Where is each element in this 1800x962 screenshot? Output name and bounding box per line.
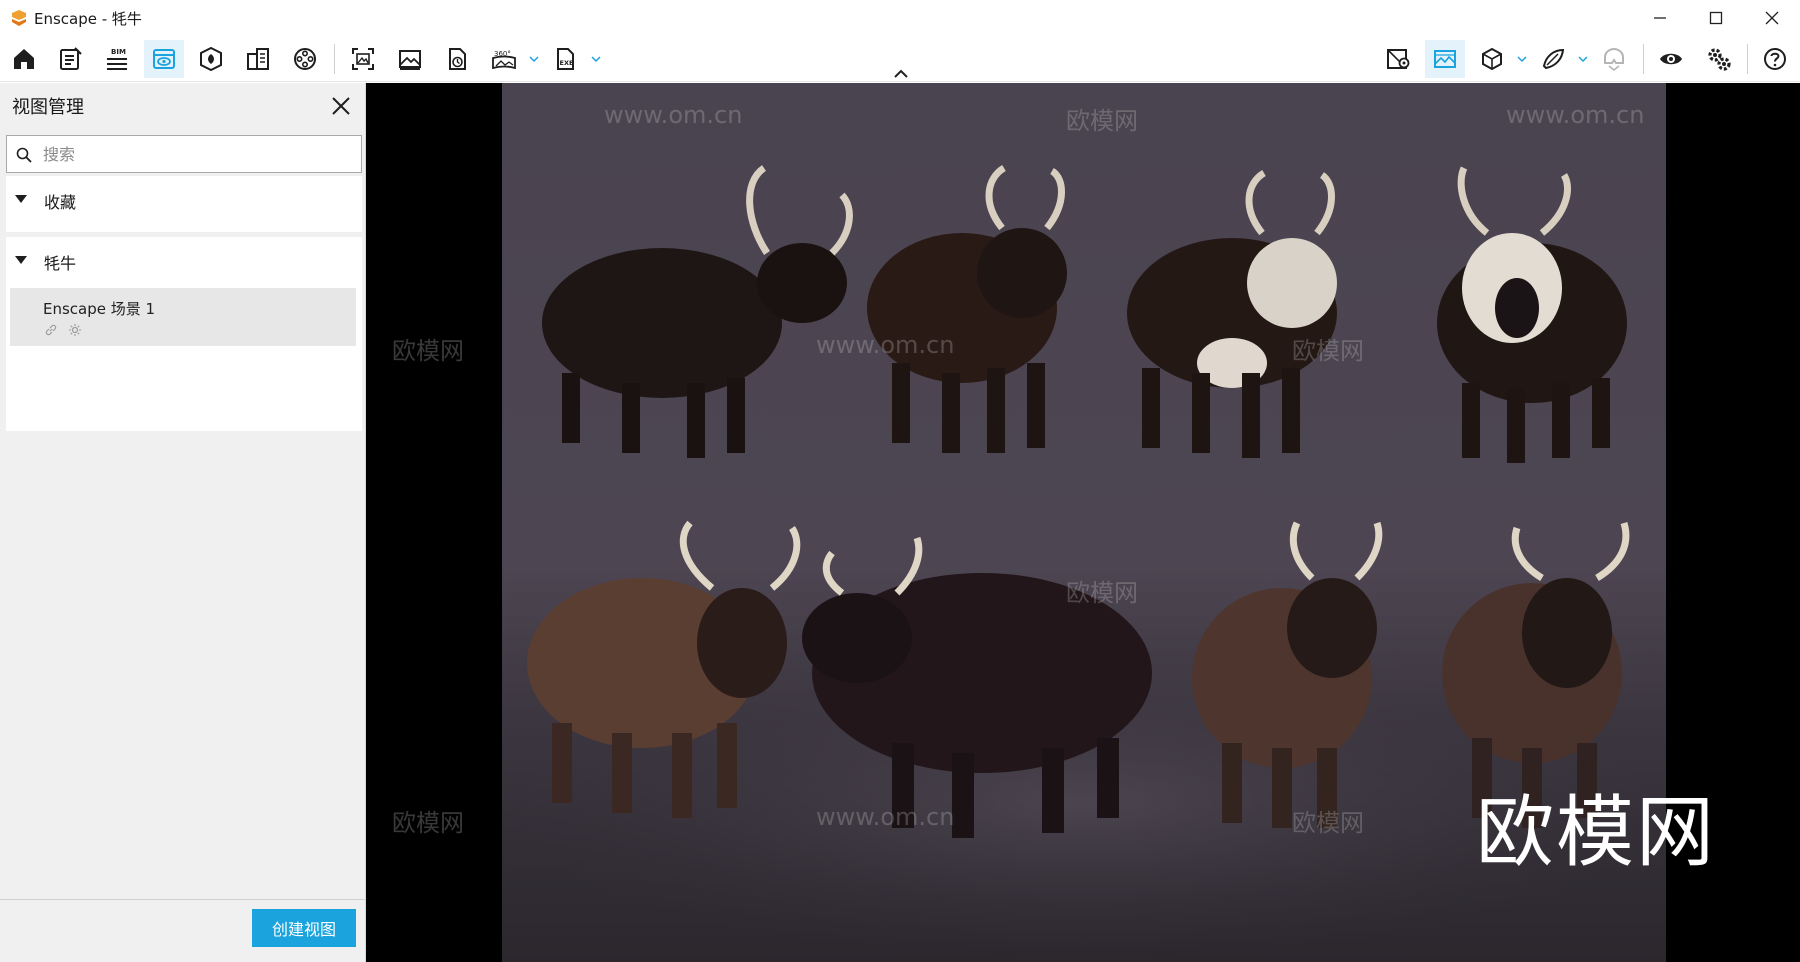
toolbar-separator xyxy=(1643,44,1644,74)
exe-export-icon: EXE xyxy=(557,48,574,70)
watermark-url: www.om.cn xyxy=(1506,101,1645,129)
cube-dropdown[interactable] xyxy=(1515,50,1529,68)
title-bar: Enscape - 牦牛 xyxy=(0,0,1800,36)
exe-export-button[interactable]: EXE xyxy=(545,40,585,78)
video-editor-icon xyxy=(294,48,316,70)
export-dropdown[interactable] xyxy=(589,50,603,68)
sky-button[interactable] xyxy=(1425,40,1465,78)
watermark-url: www.om.cn xyxy=(816,331,955,359)
window-controls xyxy=(1632,0,1800,36)
panorama-button[interactable]: 360° xyxy=(484,40,524,78)
window-title: Enscape - 牦牛 xyxy=(34,9,142,28)
buildings-icon xyxy=(247,48,269,70)
map-button[interactable] xyxy=(1378,40,1418,78)
panorama-dropdown[interactable] xyxy=(527,50,541,68)
material-icon xyxy=(1542,48,1565,70)
yak-figure xyxy=(542,165,853,458)
vr-button[interactable] xyxy=(1594,40,1634,78)
close-window-button[interactable] xyxy=(1744,0,1800,36)
exe-label: EXE xyxy=(560,59,574,67)
cube-button[interactable] xyxy=(1472,40,1512,78)
settings-button[interactable] xyxy=(1699,40,1739,78)
watermark-text: 欧模网 xyxy=(392,809,464,837)
view-name: Enscape 场景 1 xyxy=(43,300,156,318)
screenshot-icon xyxy=(352,48,374,70)
batch-render-icon xyxy=(449,48,466,70)
chevron-down-icon xyxy=(591,56,601,63)
search-input[interactable] xyxy=(43,142,353,166)
image-icon xyxy=(399,50,421,70)
asset-library-icon xyxy=(200,46,222,72)
asset-library-button[interactable] xyxy=(191,40,231,78)
home-button[interactable] xyxy=(4,40,44,78)
yak-figure xyxy=(867,164,1067,453)
screenshot-button[interactable] xyxy=(343,40,383,78)
collapse-toolbar-chevron-up-icon[interactable] xyxy=(893,68,909,80)
material-button[interactable] xyxy=(1533,40,1573,78)
link-icon xyxy=(45,324,57,336)
view-management-panel: 视图管理 收藏 牦牛 Enscape 场景 1 创建视图 xyxy=(0,83,366,962)
watermark-url: www.om.cn xyxy=(816,803,955,831)
toolbar-separator xyxy=(1747,44,1748,74)
notes-icon xyxy=(60,47,82,70)
sky-image-icon xyxy=(1434,50,1456,68)
search-icon xyxy=(16,147,32,163)
search-box xyxy=(6,135,362,173)
watermark-logo-text: 欧模网 xyxy=(1476,788,1717,878)
home-icon xyxy=(14,49,34,69)
view-group-header[interactable]: 牦牛 xyxy=(6,237,362,283)
watermark-url: www.om.cn xyxy=(604,101,743,129)
view-management-icon xyxy=(153,49,175,69)
render-image-button[interactable] xyxy=(390,40,430,78)
material-dropdown[interactable] xyxy=(1576,50,1590,68)
settings-icon xyxy=(1708,48,1731,71)
video-editor-button[interactable] xyxy=(285,40,325,78)
chevron-down-icon xyxy=(1578,56,1588,63)
map-icon xyxy=(1387,49,1410,69)
close-panel-icon[interactable] xyxy=(330,95,352,117)
favorites-section: 收藏 xyxy=(6,176,362,232)
close-icon xyxy=(1765,11,1779,25)
maximize-icon xyxy=(1709,11,1723,25)
watermark-text: 欧模网 xyxy=(1292,337,1364,365)
yak-figure xyxy=(1127,169,1337,458)
favorites-header[interactable]: 收藏 xyxy=(6,176,362,222)
cube-icon xyxy=(1482,47,1502,71)
help-button[interactable] xyxy=(1755,40,1795,78)
bim-icon: BIM xyxy=(107,48,127,70)
yak-figure xyxy=(1437,166,1627,463)
enscape-logo-icon xyxy=(12,10,26,26)
chevron-down-icon xyxy=(529,56,539,63)
site-context-button[interactable] xyxy=(238,40,278,78)
panel-header: 视图管理 xyxy=(0,83,365,125)
visibility-button[interactable] xyxy=(1651,40,1691,78)
watermark-text: 欧模网 xyxy=(1066,107,1138,135)
bim-button[interactable]: BIM xyxy=(97,40,137,78)
minimize-icon xyxy=(1654,17,1666,19)
sun-icon xyxy=(69,324,81,336)
view-group-label: 牦牛 xyxy=(44,254,77,273)
expand-triangle-icon xyxy=(15,195,27,203)
maximize-button[interactable] xyxy=(1688,0,1744,36)
panel-title: 视图管理 xyxy=(12,97,84,118)
visibility-icon xyxy=(1660,53,1682,65)
batch-render-button[interactable] xyxy=(437,40,477,78)
bim-label: BIM xyxy=(111,48,126,56)
view-management-button[interactable] xyxy=(144,40,184,78)
toolbar-separator xyxy=(334,44,335,74)
favorites-label: 收藏 xyxy=(44,193,77,212)
help-icon xyxy=(1764,48,1786,70)
chevron-down-icon xyxy=(1517,56,1527,63)
minimize-button[interactable] xyxy=(1632,0,1688,36)
expand-triangle-icon xyxy=(15,256,27,264)
watermark-text: 欧模网 xyxy=(1292,809,1364,837)
notes-button[interactable] xyxy=(50,40,90,78)
watermark-text: 欧模网 xyxy=(1066,579,1138,607)
watermark-text: 欧模网 xyxy=(392,337,464,365)
vr-headset-icon xyxy=(1604,47,1624,72)
create-view-button[interactable]: 创建视图 xyxy=(252,909,356,947)
panorama-icon: 360° xyxy=(492,50,516,70)
